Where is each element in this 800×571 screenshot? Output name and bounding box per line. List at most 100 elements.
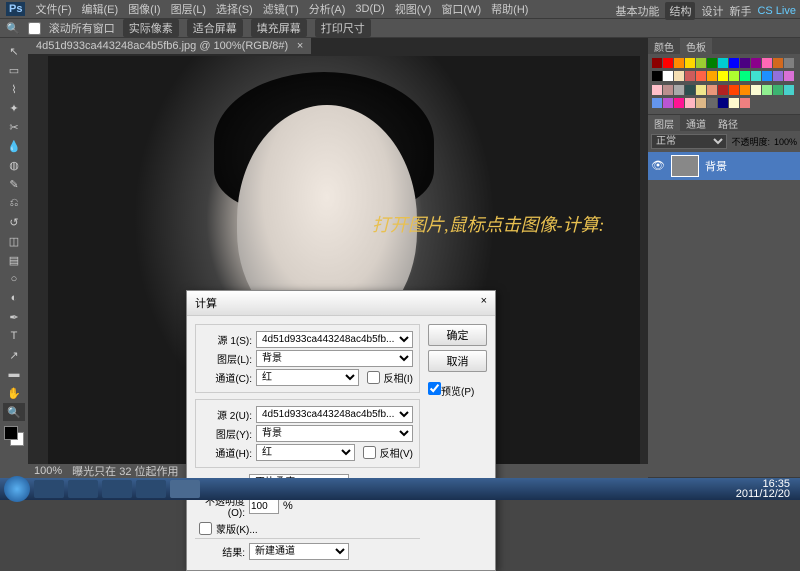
- swatch-color[interactable]: [685, 98, 695, 108]
- swatch-color[interactable]: [784, 71, 794, 81]
- layers-tab[interactable]: 图层: [648, 115, 680, 131]
- swatch-color[interactable]: [729, 71, 739, 81]
- swatch-color[interactable]: [740, 58, 750, 68]
- menu-edit[interactable]: 编辑(E): [82, 1, 119, 17]
- swatch-color[interactable]: [740, 71, 750, 81]
- swatch-color[interactable]: [751, 71, 761, 81]
- swatch-color[interactable]: [707, 85, 717, 95]
- taskbar-folder-icon[interactable]: [68, 480, 98, 498]
- zoom-level[interactable]: 100%: [34, 465, 62, 477]
- print-size-button[interactable]: 打印尺寸: [315, 19, 371, 37]
- dialog-close-button[interactable]: ×: [481, 295, 487, 311]
- fill-screen-button[interactable]: 填充屏幕: [251, 19, 307, 37]
- swatch-color[interactable]: [652, 71, 662, 81]
- swatch-color[interactable]: [652, 98, 662, 108]
- ws-new[interactable]: 新手: [729, 3, 751, 19]
- swatch-color[interactable]: [784, 58, 794, 68]
- swatch-color[interactable]: [663, 71, 673, 81]
- type-tool[interactable]: T: [3, 327, 25, 345]
- visibility-icon[interactable]: 👁: [651, 159, 665, 173]
- mask-checkbox[interactable]: [199, 522, 212, 535]
- menu-select[interactable]: 选择(S): [216, 1, 253, 17]
- close-doc-button[interactable]: ×: [297, 40, 303, 52]
- system-clock[interactable]: 16:35 2011/12/20: [736, 479, 796, 499]
- swatch-color[interactable]: [784, 85, 794, 95]
- start-button[interactable]: [4, 476, 30, 502]
- swatch-color[interactable]: [685, 71, 695, 81]
- eyedropper-tool[interactable]: 💧: [3, 137, 25, 155]
- swatch-color[interactable]: [751, 58, 761, 68]
- menu-image[interactable]: 图像(I): [128, 1, 160, 17]
- src1-chan-select[interactable]: 红: [256, 369, 359, 386]
- src2-chan-select[interactable]: 红: [256, 444, 355, 461]
- swatch-color[interactable]: [652, 85, 662, 95]
- stamp-tool[interactable]: ⎌: [3, 194, 25, 212]
- swatch-color[interactable]: [773, 85, 783, 95]
- swatch-color[interactable]: [729, 85, 739, 95]
- menu-window[interactable]: 窗口(W): [441, 1, 481, 17]
- layer-row[interactable]: 👁 背景: [648, 152, 800, 180]
- fit-screen-button[interactable]: 适合屏幕: [187, 19, 243, 37]
- hand-tool[interactable]: ✋: [3, 384, 25, 402]
- eraser-tool[interactable]: ◫: [3, 232, 25, 250]
- history-brush-tool[interactable]: ↺: [3, 213, 25, 231]
- swatch-color[interactable]: [663, 58, 673, 68]
- brush-tool[interactable]: ✎: [3, 175, 25, 193]
- swatch-color[interactable]: [762, 71, 772, 81]
- swatch-color[interactable]: [718, 98, 728, 108]
- swatch-color[interactable]: [740, 85, 750, 95]
- src2-invert-checkbox[interactable]: [363, 446, 376, 459]
- color-swatch[interactable]: [4, 426, 24, 446]
- preview-checkbox[interactable]: [428, 382, 441, 395]
- layer-thumbnail[interactable]: [671, 155, 699, 177]
- swatch-color[interactable]: [674, 85, 684, 95]
- ws-structure[interactable]: 结构: [665, 2, 695, 20]
- swatch-color[interactable]: [674, 71, 684, 81]
- swatch-color[interactable]: [751, 85, 761, 95]
- swatch-color[interactable]: [674, 58, 684, 68]
- swatch-color[interactable]: [729, 58, 739, 68]
- menu-layer[interactable]: 图层(L): [171, 1, 206, 17]
- lasso-tool[interactable]: ⌇: [3, 80, 25, 98]
- actual-pixels-button[interactable]: 实际像素: [123, 19, 179, 37]
- cslive-button[interactable]: CS Live: [757, 5, 796, 17]
- scroll-all-checkbox[interactable]: [28, 22, 41, 35]
- swatch-color[interactable]: [762, 58, 772, 68]
- crop-tool[interactable]: ✂: [3, 118, 25, 136]
- swatch-color[interactable]: [674, 98, 684, 108]
- swatch-color[interactable]: [762, 85, 772, 95]
- paths-tab[interactable]: 路径: [712, 115, 744, 131]
- dodge-tool[interactable]: ◐: [3, 289, 25, 307]
- gradient-tool[interactable]: ▤: [3, 251, 25, 269]
- swatch-color[interactable]: [707, 98, 717, 108]
- taskbar-explorer-icon[interactable]: [34, 480, 64, 498]
- taskbar-browser-icon[interactable]: [136, 480, 166, 498]
- document-tab[interactable]: 4d51d933ca443248ac4b5fb6.jpg @ 100%(RGB/…: [28, 38, 311, 54]
- swatch-color[interactable]: [718, 58, 728, 68]
- ws-design[interactable]: 设计: [701, 3, 723, 19]
- marquee-tool[interactable]: ▭: [3, 61, 25, 79]
- move-tool[interactable]: ↖: [3, 42, 25, 60]
- swatch-color[interactable]: [729, 98, 739, 108]
- src2-layer-select[interactable]: 背景: [256, 425, 413, 442]
- ws-basic[interactable]: 基本功能: [615, 3, 659, 19]
- swatch-color[interactable]: [663, 85, 673, 95]
- blur-tool[interactable]: ○: [3, 270, 25, 288]
- swatch-color[interactable]: [773, 58, 783, 68]
- channels-tab[interactable]: 通道: [680, 115, 712, 131]
- path-tool[interactable]: ↗: [3, 346, 25, 364]
- swatch-color[interactable]: [718, 85, 728, 95]
- cancel-button[interactable]: 取消: [428, 350, 487, 372]
- swatches-tab[interactable]: 色板: [680, 38, 712, 54]
- blend-mode-select[interactable]: 正常: [651, 134, 727, 149]
- dlg-opacity-input[interactable]: [249, 499, 279, 514]
- swatch-color[interactable]: [685, 85, 695, 95]
- src2-file-select[interactable]: 4d51d933ca443248ac4b5fb...: [256, 406, 413, 423]
- menu-file[interactable]: 文件(F): [35, 1, 71, 17]
- swatch-color[interactable]: [696, 71, 706, 81]
- menu-help[interactable]: 帮助(H): [491, 1, 528, 17]
- src1-invert-checkbox[interactable]: [367, 371, 380, 384]
- src1-layer-select[interactable]: 背景: [256, 350, 413, 367]
- swatch-color[interactable]: [696, 85, 706, 95]
- menu-3d[interactable]: 3D(D): [355, 3, 384, 15]
